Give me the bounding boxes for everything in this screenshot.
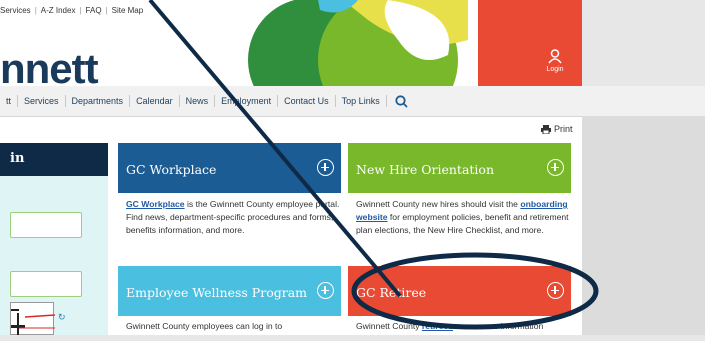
search-icon <box>395 94 408 108</box>
expand-plus-icon[interactable] <box>547 159 564 176</box>
search-button[interactable] <box>387 94 416 108</box>
login-button[interactable]: Login <box>535 49 575 73</box>
expand-plus-icon[interactable] <box>317 282 334 299</box>
nav-item-calendar[interactable]: Calendar <box>130 95 180 107</box>
nav-item-contact-us[interactable]: Contact Us <box>278 95 336 107</box>
print-label: Print <box>554 124 573 134</box>
nav-item-partial[interactable]: tt <box>0 95 19 107</box>
nav-item-top-links[interactable]: Top Links <box>336 95 387 107</box>
county-logo-text[interactable]: nnett <box>0 48 99 90</box>
captcha-image <box>10 302 56 335</box>
card-title: New Hire Orientation <box>356 162 494 177</box>
card-desc-new-hire: Gwinnett County new hires should visit t… <box>356 199 569 235</box>
card-desc-gc-retiree: Gwinnett County retirees can access info… <box>356 321 544 331</box>
refresh-captcha-icon[interactable]: ↻ <box>58 312 66 323</box>
card-gc-retiree[interactable]: GC Retiree <box>348 266 571 316</box>
card-title: Employee Wellness Program <box>126 285 307 300</box>
util-link-services[interactable]: Services <box>0 6 31 15</box>
expand-plus-icon[interactable] <box>317 159 334 176</box>
utility-nav: Services | A-Z Index | FAQ | Site Map <box>0 6 144 15</box>
expand-plus-icon[interactable] <box>547 282 564 299</box>
username-field[interactable] <box>10 212 82 238</box>
header-banner-graphic <box>248 0 582 86</box>
nav-item-news[interactable]: News <box>180 95 216 107</box>
printer-icon <box>541 124 551 134</box>
nav-item-employment[interactable]: Employment <box>215 95 279 107</box>
print-button[interactable]: Print <box>541 124 573 134</box>
gc-workplace-link[interactable]: GC Workplace <box>126 199 185 209</box>
user-icon <box>548 49 562 64</box>
nav-item-services[interactable]: Services <box>18 95 66 107</box>
card-desc-employee-wellness: Gwinnett County employees can log in to <box>126 321 283 331</box>
login-label: Login <box>546 66 564 73</box>
main-nav: tt Services Departments Calendar News Em… <box>0 86 416 116</box>
retirees-link[interactable]: retirees <box>422 321 453 331</box>
util-link-az-index[interactable]: A-Z Index <box>41 6 76 15</box>
right-gray-panel <box>582 116 705 335</box>
card-title: GC Retiree <box>356 285 427 300</box>
card-new-hire-orientation[interactable]: New Hire Orientation <box>348 143 571 193</box>
sidebar-title: in <box>10 151 25 166</box>
password-field[interactable] <box>10 271 82 297</box>
card-employee-wellness[interactable]: Employee Wellness Program <box>118 266 341 316</box>
nav-item-departments[interactable]: Departments <box>66 95 131 107</box>
card-desc-gc-workplace: GC Workplace is the Gwinnett County empl… <box>126 199 340 235</box>
card-title: GC Workplace <box>126 162 217 177</box>
util-link-faq[interactable]: FAQ <box>86 6 102 15</box>
util-link-site-map[interactable]: Site Map <box>112 6 144 15</box>
sidebar-login-header: in <box>0 143 108 176</box>
card-gc-workplace[interactable]: GC Workplace <box>118 143 341 193</box>
